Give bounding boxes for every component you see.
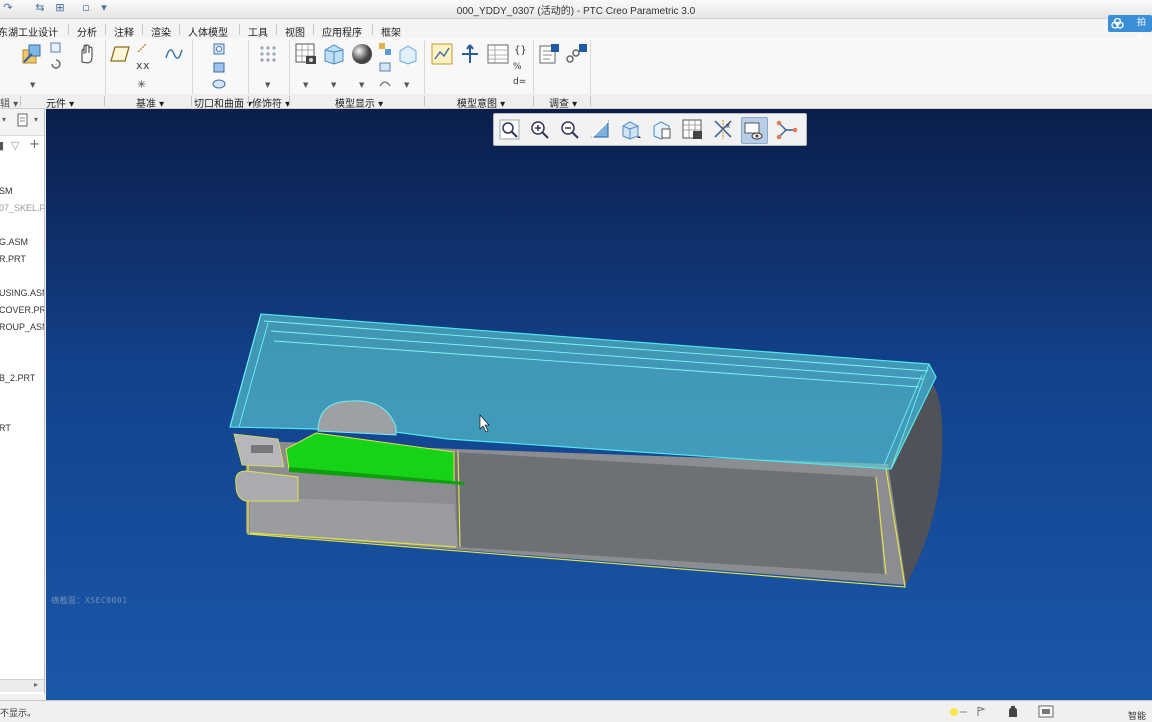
tree-icon-partial: ▮ xyxy=(0,139,4,152)
group-model-display[interactable]: 模型显示 ▾ xyxy=(335,95,383,110)
model-tree-header: ▾ ▾ xyxy=(0,109,44,136)
group-datum[interactable]: 基准 ▾ xyxy=(136,95,164,110)
cloud-icon xyxy=(1111,17,1124,29)
tree-horizontal-scrollbar[interactable]: ▸ xyxy=(0,679,44,692)
selection-filter[interactable]: 智能 xyxy=(1128,709,1146,722)
display-style-icon[interactable] xyxy=(378,42,392,56)
regenerate-comp-icon[interactable] xyxy=(50,58,62,70)
tab-donghu[interactable]: 东湖工业设计 xyxy=(0,24,58,39)
pattern-icon[interactable] xyxy=(258,44,278,64)
section-icon[interactable] xyxy=(294,42,318,66)
status-light-icon[interactable] xyxy=(946,706,968,718)
svg-text:%: % xyxy=(513,62,522,72)
window-mode-icon[interactable] xyxy=(1038,705,1054,718)
tree-item[interactable]: USING.ASM xyxy=(0,288,44,298)
status-message: 不显示。 xyxy=(0,709,37,719)
tree-item[interactable]: SM xyxy=(0,186,13,196)
model-tree-panel: ▾ ▾ ▮ ▽ + SM 07_SKEL.PR G.ASM R.PRT USIN… xyxy=(0,109,45,694)
help-button[interactable]: 拍照 xyxy=(1108,15,1152,45)
sketch-curve-icon[interactable] xyxy=(164,44,184,64)
appearance-gallery-icon[interactable] xyxy=(350,42,374,66)
family-table-icon[interactable] xyxy=(458,42,482,66)
tree-item[interactable]: COVER.PRT xyxy=(0,305,44,315)
section-label: 横截面：XSEC0001 xyxy=(51,596,128,605)
tree-settings-dropdown-icon[interactable]: ▾ xyxy=(34,115,38,124)
relation-d-icon[interactable]: d= xyxy=(513,77,526,87)
battery-part xyxy=(235,470,299,502)
csys-icon[interactable]: ✳ xyxy=(136,76,150,90)
svg-text:{}: {} xyxy=(514,45,526,56)
tab-tools[interactable]: 工具 xyxy=(248,24,268,39)
plane-icon[interactable] xyxy=(110,46,130,62)
point-icon[interactable]: xx xyxy=(136,58,154,72)
tree-item[interactable]: G.ASM xyxy=(0,237,28,247)
drag-components-icon[interactable] xyxy=(76,44,98,64)
tree-dropdown-icon[interactable]: ▾ xyxy=(2,115,6,124)
tab-applications[interactable]: 应用程序 xyxy=(322,24,362,39)
group-investigate[interactable]: 调查 ▾ xyxy=(549,95,577,110)
group-model-intent[interactable]: 模型意图 ▾ xyxy=(457,95,505,110)
group-component[interactable]: 元件 ▾ xyxy=(46,95,74,110)
tab-annotate[interactable]: 注释 xyxy=(114,24,134,39)
named-view-icon[interactable] xyxy=(396,42,420,66)
tab-framework[interactable]: 框架 xyxy=(381,24,401,39)
ribbon-tabs: 东湖工业设计 分析 注释 渲染 人体模型 工具 视图 应用程序 框架 xyxy=(0,20,1152,39)
manage-views-icon[interactable] xyxy=(322,42,346,66)
create-component-icon[interactable] xyxy=(50,42,62,54)
graphics-area[interactable]: x 横截面：XSEC0001 xyxy=(46,109,1152,700)
assemble-icon[interactable] xyxy=(20,42,44,66)
extrude-cut-icon[interactable] xyxy=(212,60,226,74)
connector-detail xyxy=(251,445,273,453)
switch-dimensions-icon[interactable]: {} xyxy=(512,42,526,56)
tree-item[interactable]: RT xyxy=(0,423,11,433)
group-cuts-surfaces[interactable]: 切口和曲面 ▾ xyxy=(194,95,252,110)
svg-text:✳: ✳ xyxy=(137,78,146,90)
bill-of-materials-icon[interactable]: % xyxy=(512,58,526,72)
title-bar: ↷ ⇆ ⊞ ▫ ▾ 000_YDDY_0307 (活动的) - PTC Creo… xyxy=(0,0,1152,19)
scene-icon[interactable] xyxy=(378,76,392,90)
tree-item[interactable]: ROUP_ASM xyxy=(0,322,44,332)
group-modifiers[interactable]: 修饰符 ▾ xyxy=(252,95,290,110)
tree-item[interactable]: B_2.PRT xyxy=(0,373,35,383)
flag-icon[interactable] xyxy=(976,706,986,717)
scroll-right-icon[interactable]: ▸ xyxy=(34,680,38,689)
tab-manikin[interactable]: 人体模型 xyxy=(188,24,228,39)
references-viewer-icon[interactable] xyxy=(564,42,588,66)
group-label-truncated: 辑 ▾ xyxy=(0,99,19,110)
svg-text:x: x xyxy=(143,59,150,72)
tree-settings-icon[interactable] xyxy=(16,113,30,129)
parameters-icon[interactable] xyxy=(486,42,510,66)
svg-text:x: x xyxy=(136,59,143,72)
ribbon: ▼ xx ✳ ▼ ▼ ▼ ▼ ▼ {} % d= xyxy=(0,38,1152,95)
relations-icon[interactable] xyxy=(430,42,454,66)
axis-icon[interactable] xyxy=(136,42,148,54)
revolve-cut-icon[interactable] xyxy=(212,78,226,90)
window-title: 000_YDDY_0307 (活动的) - PTC Creo Parametri… xyxy=(456,6,696,17)
status-bar: 不显示。 智能 xyxy=(0,700,1152,722)
tree-item[interactable]: R.PRT xyxy=(0,254,26,264)
model-info-icon[interactable] xyxy=(537,42,561,66)
tab-render[interactable]: 渲染 xyxy=(151,24,171,39)
ribbon-group-labels: 辑 ▾ 元件 ▾ 基准 ▾ 切口和曲面 ▾ 修饰符 ▾ 模型显示 ▾ 模型意图 … xyxy=(0,94,1152,110)
hole-icon[interactable] xyxy=(212,42,226,56)
tab-analysis[interactable]: 分析 xyxy=(77,24,97,39)
model-3d-view xyxy=(229,313,943,588)
tree-item[interactable]: 07_SKEL.PR xyxy=(0,203,44,213)
filter-icon[interactable]: ▽ xyxy=(11,139,19,152)
perspective-icon[interactable] xyxy=(378,60,392,74)
tab-view[interactable]: 视图 xyxy=(285,24,305,39)
add-column-icon[interactable]: + xyxy=(29,137,40,152)
selection-icon[interactable] xyxy=(1006,705,1020,718)
